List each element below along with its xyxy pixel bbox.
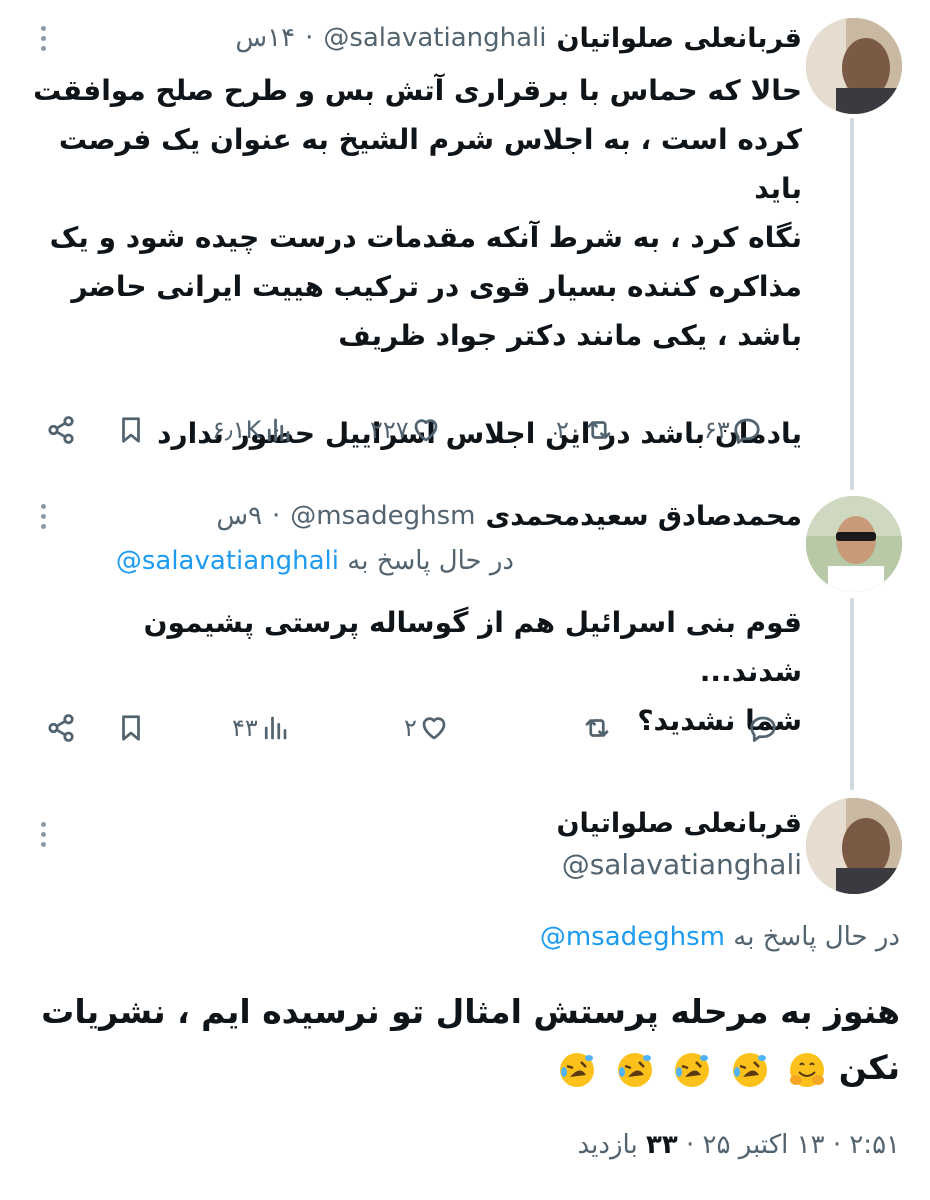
main-tweet-text: هنوز به مرحله پرستش امثال تو نرسیده ایم … [30,984,900,1096]
bookmark-icon [122,417,140,443]
more-icon[interactable] [38,26,48,51]
tweet-header: قربانعلی صلواتیان @salavatianghali · ۱۴س [235,16,802,60]
thread-line-1 [850,118,854,490]
tweet-header: محمدصادق سعیدمحمدی @msadeghsm · ۹س [216,494,802,538]
avatar[interactable] [806,18,902,114]
hugging-face-emoji [790,1052,825,1087]
tweet-meta: ۲:۵۱ · ۱۳ اکتبر ۲۵ · ۳۳ بازدید [578,1130,901,1160]
share-icon [48,416,74,444]
bookmark-icon [122,715,140,741]
reply-icon [750,716,776,742]
replying-to: در حال پاسخ به @salavatianghali [116,546,514,576]
tweet-text: حالا که حماس با برقراری آتش بس و طرح صلح… [32,66,802,458]
tweet-date[interactable]: ۱۳ اکتبر ۲۵ [703,1130,825,1160]
separator-dot: · [272,501,281,531]
views-count: ۴۳ [232,714,258,742]
reply-mention-link[interactable]: @salavatianghali [116,546,339,576]
author-handle[interactable]: @salavatianghali [323,23,546,53]
reply-count: ۶۳ [704,416,730,444]
bookmark-button[interactable] [116,410,146,450]
share-icon [48,714,74,742]
tweet-time[interactable]: ۲:۵۱ [849,1130,900,1160]
avatar[interactable] [806,496,902,592]
views-count: ۶٫۱K [212,416,262,444]
rolling-laughing-emoji [560,1052,595,1087]
like-count: ۲ [404,714,417,742]
tweet-time[interactable]: ۱۴س [235,23,295,53]
like-button[interactable]: ۲ [404,708,449,748]
separator-dot: · [832,1130,842,1160]
views-label: بازدید [577,1130,638,1160]
separator-dot: · [685,1130,695,1160]
rolling-laughing-emoji [617,1052,652,1087]
author-name[interactable]: محمدصادق سعیدمحمدی [485,501,802,532]
text-line-with-emojis: نکن [30,1040,900,1096]
views-icon [268,418,290,442]
text-line: حالا که حماس با برقراری آتش بس و طرح صلح… [33,74,802,107]
views-icon [264,716,287,740]
views-button[interactable]: ۶٫۱K [212,410,293,450]
separator-dot: · [305,23,314,53]
rolling-laughing-emoji [675,1052,710,1087]
heart-icon [422,717,446,740]
text-line: باشد ، یکی مانند دکتر جواد ظریف [338,319,802,352]
reply-button[interactable] [746,708,778,748]
share-button[interactable] [46,410,76,450]
more-icon[interactable] [38,822,48,847]
text-line [32,360,802,409]
heart-icon [414,419,438,442]
views-button[interactable]: ۴۳ [232,708,290,748]
main-author-handle[interactable]: @salavatianghali [562,848,802,881]
text-line: نکن [838,1048,900,1087]
views-count: ۳۳ [645,1130,678,1160]
tweet-time[interactable]: ۹س [216,501,262,531]
text-line: هنوز به مرحله پرستش امثال تو نرسیده ایم … [41,992,900,1031]
main-author-name[interactable]: قربانعلی صلواتیان [556,808,802,839]
reply-prefix: در حال پاسخ به [733,922,900,952]
like-button[interactable]: ۲۲۷ [370,410,441,450]
retweet-icon [587,421,611,439]
avatar[interactable] [806,798,902,894]
text-line: نگاه کرد ، به شرط آنکه مقدمات درست چیده … [49,221,802,254]
retweet-button[interactable] [580,708,612,748]
reply-icon [734,418,760,444]
reply-button[interactable]: ۶۳ [704,410,762,450]
author-handle[interactable]: @msadeghsm [290,501,475,531]
more-icon[interactable] [38,504,48,529]
replying-to: در حال پاسخ به @msadeghsm [540,922,900,952]
reply-mention-link[interactable]: @msadeghsm [540,922,725,952]
tweet-actions: ۴۳ ۲ [40,708,800,748]
reply-prefix: در حال پاسخ به [347,546,514,576]
tweet-actions: ۶٫۱K ۲۲۷ ۲۰ ۶۳ [40,410,800,450]
like-count: ۲۲۷ [370,416,409,444]
share-button[interactable] [46,708,76,748]
rolling-laughing-emoji [732,1052,767,1087]
retweet-count: ۲۰ [556,416,582,444]
text-line: کرده است ، به اجلاس شرم الشیخ به عنوان ی… [58,123,802,205]
author-name[interactable]: قربانعلی صلواتیان [556,23,802,54]
retweet-button[interactable]: ۲۰ [556,410,614,450]
thread-line-2 [850,598,854,790]
bookmark-button[interactable] [116,708,146,748]
text-line: قوم بنی اسرائیل هم از گوساله پرستی پشیمو… [143,606,802,688]
text-line: مذاکره کننده بسیار قوی در ترکیب هییت ایر… [71,270,802,303]
retweet-icon [585,719,609,737]
